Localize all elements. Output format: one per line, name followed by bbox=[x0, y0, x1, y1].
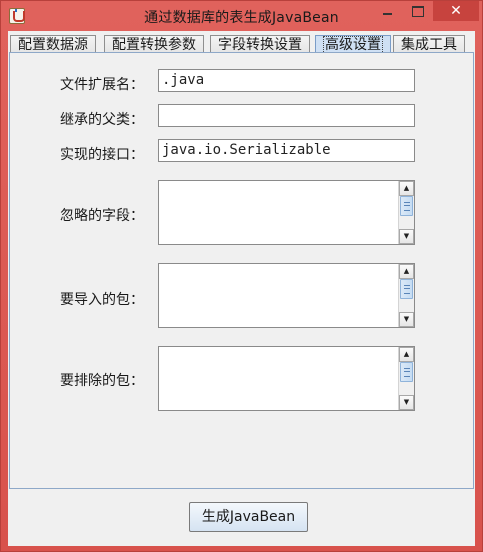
minimize-button[interactable] bbox=[374, 1, 400, 21]
import-packages-label: 要导入的包： bbox=[60, 292, 144, 308]
exclude-packages-label: 要排除的包： bbox=[60, 373, 144, 389]
exclude-packages-textarea[interactable]: ▲ ▼ bbox=[158, 346, 415, 411]
client-area: 配置数据源 配置转换参数 字段转换设置 高级设置 集成工具 文件扩展名： .ja… bbox=[8, 31, 475, 546]
ignored-fields-textarea[interactable]: ▲ ▼ bbox=[158, 180, 415, 245]
scroll-up-icon[interactable]: ▲ bbox=[399, 264, 414, 279]
file-extension-label: 文件扩展名： bbox=[60, 77, 144, 93]
parent-class-field[interactable] bbox=[158, 104, 415, 127]
exclude-packages-scrollbar[interactable]: ▲ ▼ bbox=[398, 347, 414, 410]
generate-javabean-button[interactable]: 生成JavaBean bbox=[189, 502, 308, 532]
ignored-fields-scrollbar[interactable]: ▲ ▼ bbox=[398, 181, 414, 244]
import-packages-textarea[interactable]: ▲ ▼ bbox=[158, 263, 415, 328]
tab-label: 配置数据源 bbox=[18, 37, 88, 53]
scroll-thumb[interactable] bbox=[400, 196, 413, 216]
scroll-up-icon[interactable]: ▲ bbox=[399, 181, 414, 196]
close-icon: ✕ bbox=[450, 3, 462, 19]
maximize-button[interactable] bbox=[404, 1, 430, 21]
scroll-thumb[interactable] bbox=[400, 362, 413, 382]
scroll-up-icon[interactable]: ▲ bbox=[399, 347, 414, 362]
title-bar[interactable]: 通过数据库的表生成JavaBean ✕ bbox=[1, 1, 482, 31]
tab-label: 集成工具 bbox=[401, 37, 457, 53]
scroll-down-icon[interactable]: ▼ bbox=[399, 229, 414, 244]
tab-label: 配置转换参数 bbox=[112, 37, 196, 53]
parent-class-label: 继承的父类： bbox=[60, 112, 144, 128]
interfaces-field[interactable]: java.io.Serializable bbox=[158, 139, 415, 162]
ignored-fields-label: 忽略的字段： bbox=[60, 208, 144, 224]
close-button[interactable]: ✕ bbox=[433, 1, 479, 21]
tab-label: 字段转换设置 bbox=[218, 37, 302, 53]
file-extension-field[interactable]: .java bbox=[158, 69, 415, 92]
scroll-thumb[interactable] bbox=[400, 279, 413, 299]
app-window: 通过数据库的表生成JavaBean ✕ 配置数据源 配置转换参数 字段转换设置 … bbox=[0, 0, 483, 552]
interfaces-label: 实现的接口： bbox=[60, 147, 144, 163]
advanced-settings-panel: 文件扩展名： .java 继承的父类： 实现的接口： java.io.Seria… bbox=[9, 52, 474, 489]
scroll-down-icon[interactable]: ▼ bbox=[399, 312, 414, 327]
import-packages-scrollbar[interactable]: ▲ ▼ bbox=[398, 264, 414, 327]
scroll-down-icon[interactable]: ▼ bbox=[399, 395, 414, 410]
